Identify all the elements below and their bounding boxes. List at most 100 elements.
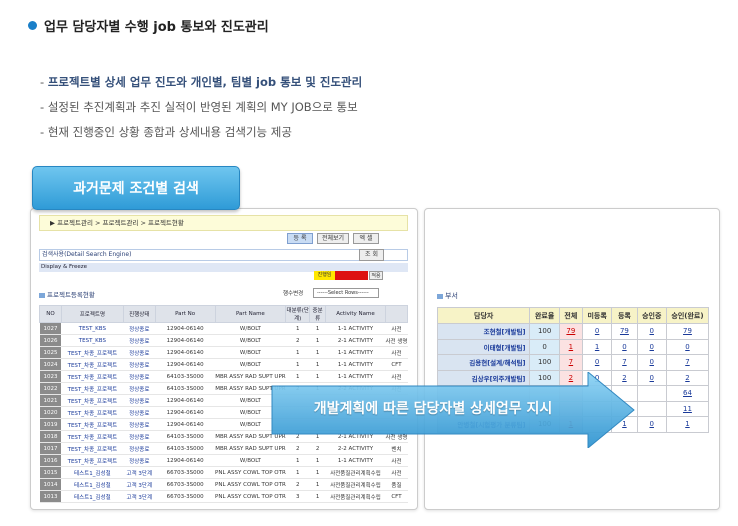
table-row[interactable]: 1024 TEST_차종_프로젝트 정상종료 12904-06140 W/BOLT 1 1 1…: [39, 358, 408, 371]
table-cell[interactable]: 64: [665, 385, 710, 402]
table-cell[interactable]: 0: [636, 323, 667, 340]
table-cell: 3: [285, 490, 310, 503]
table-header-row: NO 프로젝트명 진행상태 Part No Part Name 대분류(단계) …: [39, 305, 409, 323]
table-cell: 정상종료: [123, 442, 156, 455]
table-cell: 12904-06140: [155, 418, 216, 431]
table-cell[interactable]: 0: [636, 369, 667, 386]
bullet-icon: [28, 21, 37, 30]
table-cell[interactable]: 0: [581, 323, 613, 340]
table-cell[interactable]: TEST_차종_프로젝트: [61, 394, 124, 407]
table-cell: 64103-3S000: [155, 370, 216, 383]
table-cell[interactable]: 79: [558, 323, 583, 340]
apply-button[interactable]: 적용: [369, 271, 383, 280]
table-cell: 1014: [39, 478, 62, 491]
table-cell[interactable]: 0: [611, 338, 638, 355]
table-cell: [636, 385, 667, 402]
col-header: 등록: [611, 307, 638, 324]
table-cell: 사전품질관리계획수립: [325, 478, 386, 491]
table-row[interactable]: 1014 테스트1_김성철 고객 3단계 66703-3S000 PNL ASSY CO…: [39, 478, 408, 491]
excel-button[interactable]: 엑 셀: [353, 233, 379, 244]
table-cell: 1022: [39, 382, 62, 395]
freeze-color-swatch[interactable]: [335, 271, 368, 280]
page-title: 업무 담당자별 수행 job 통보와 진도관리: [28, 16, 269, 35]
table-cell: PNL ASSY COWL TOP OTR: [215, 478, 286, 491]
breadcrumb: ▶ 프로젝트관리 > 프로젝트관리 > 프로젝트현황: [39, 215, 408, 231]
table-row[interactable]: 1025 TEST_차종_프로젝트 정상종료 12904-06140 W/BOLT 1 1 1…: [39, 346, 408, 359]
past-issue-search-button[interactable]: 과거문제 조건별 검색: [32, 166, 240, 210]
col-header[interactable]: 진행상태: [122, 305, 156, 323]
table-cell[interactable]: 7: [558, 354, 583, 371]
col-header[interactable]: Part No: [154, 305, 216, 323]
col-header[interactable]: 중분류: [309, 305, 327, 323]
table-cell: 고객 3단계: [123, 478, 156, 491]
table-cell: 0: [529, 338, 560, 355]
table-cell: 품질: [385, 478, 408, 491]
view-all-button[interactable]: 전체보기: [317, 233, 349, 244]
table-cell[interactable]: TEST_KBS: [61, 322, 124, 335]
table-row[interactable]: 1016 TEST_차종_프로젝트 정상종료 12904-06140 W/BOLT 1 1 1…: [39, 454, 408, 467]
table-cell[interactable]: TEST_차종_프로젝트: [61, 406, 124, 419]
table-cell[interactable]: 2: [665, 369, 710, 386]
table-cell[interactable]: 7: [611, 354, 638, 371]
table-cell[interactable]: 0: [581, 354, 613, 371]
table-row[interactable]: 김용현[설계/해석팀] 100 7 0 7 0 7: [436, 354, 710, 371]
table-cell: 사전품질관리계획수립: [325, 490, 386, 503]
table-cell: 1024: [39, 358, 62, 371]
table-cell: W/BOLT: [215, 322, 286, 335]
select-rows-dropdown[interactable]: ------Select Rows------: [313, 288, 379, 298]
col-header: 완료율: [529, 307, 560, 324]
table-cell[interactable]: 79: [665, 323, 710, 340]
table-cell: 64103-3S000: [155, 430, 216, 443]
table-cell: 12904-06140: [155, 322, 216, 335]
col-header[interactable]: 프로젝트명: [60, 305, 124, 323]
table-row[interactable]: 이태형[개발팀] 0 1 1 0 0 0: [436, 338, 710, 355]
table-cell: 1: [309, 322, 326, 335]
table-cell[interactable]: 7: [665, 354, 710, 371]
table-row[interactable]: 1026 TEST_KBS 정상종료 12904-06140 W/BOLT 2 1 2-1 A…: [39, 334, 408, 347]
table-cell[interactable]: 0: [636, 354, 667, 371]
detail-search-bar[interactable]: 검색사용(Detail Search Engine): [39, 249, 408, 261]
callout-text: 개발계획에 따른 담당자별 상세업무 지시: [313, 401, 553, 417]
table-cell[interactable]: 11: [665, 400, 710, 417]
table-cell[interactable]: 0: [636, 338, 667, 355]
table-cell[interactable]: TEST_차종_프로젝트: [61, 358, 124, 371]
table-cell[interactable]: 테스트1_김성철: [61, 490, 124, 503]
table-cell: 100: [529, 354, 560, 371]
table-cell[interactable]: TEST_차종_프로젝트: [61, 430, 124, 443]
table-cell[interactable]: TEST_KBS: [61, 334, 124, 347]
table-cell[interactable]: TEST_차종_프로젝트: [61, 454, 124, 467]
table-cell[interactable]: 1: [581, 338, 613, 355]
table-cell: 정상종료: [123, 346, 156, 359]
table-row[interactable]: 조현철[개발팀] 100 79 0 79 0 79: [436, 323, 710, 340]
col-header[interactable]: 대분류(단계): [285, 305, 311, 323]
table-cell[interactable]: 0: [636, 416, 667, 433]
register-button[interactable]: 등 록: [287, 233, 313, 244]
color-label: 진행임: [314, 271, 335, 280]
table-row[interactable]: 1013 테스트1_김성철 고객 3단계 66703-3S000 PNL ASSY CO…: [39, 490, 408, 503]
table-cell: 1017: [39, 442, 62, 455]
table-cell[interactable]: 테스트1_김성철: [61, 478, 124, 491]
table-cell[interactable]: TEST_차종_프로젝트: [61, 442, 124, 455]
table-cell[interactable]: 1: [665, 416, 710, 433]
table-cell: PNL ASSY COWL TOP OTR: [215, 490, 286, 503]
search-button[interactable]: 조 회: [359, 249, 384, 261]
col-header: 승인중: [636, 307, 667, 324]
table-cell[interactable]: TEST_차종_프로젝트: [61, 382, 124, 395]
table-cell[interactable]: TEST_차종_프로젝트: [61, 370, 124, 383]
table-cell[interactable]: 79: [611, 323, 638, 340]
table-cell[interactable]: TEST_차종_프로젝트: [61, 346, 124, 359]
col-header[interactable]: Part Name: [214, 305, 287, 323]
table-cell[interactable]: TEST_차종_프로젝트: [61, 418, 124, 431]
table-row[interactable]: 1015 테스트1_김성철 고객 3단계 66703-3S000 PNL ASSY CO…: [39, 466, 408, 479]
table-cell: CFT: [385, 358, 408, 371]
table-cell: 1: [309, 334, 326, 347]
table-cell[interactable]: 0: [665, 338, 710, 355]
col-header[interactable]: NO: [39, 305, 62, 323]
section-title: 프로젝트등록현황: [39, 289, 95, 299]
table-cell[interactable]: 테스트1_김성철: [61, 466, 124, 479]
table-row[interactable]: 1027 TEST_KBS 정상종료 12904-06140 W/BOLT 1 1 1-1 A…: [39, 322, 408, 335]
description-item: - 설정된 추진계획과 추진 실적이 반영된 계획의 MY JOB으로 통보: [40, 100, 358, 114]
col-header[interactable]: Activity Name: [325, 305, 386, 323]
table-cell: 12904-06140: [155, 454, 216, 467]
table-cell[interactable]: 1: [558, 338, 583, 355]
